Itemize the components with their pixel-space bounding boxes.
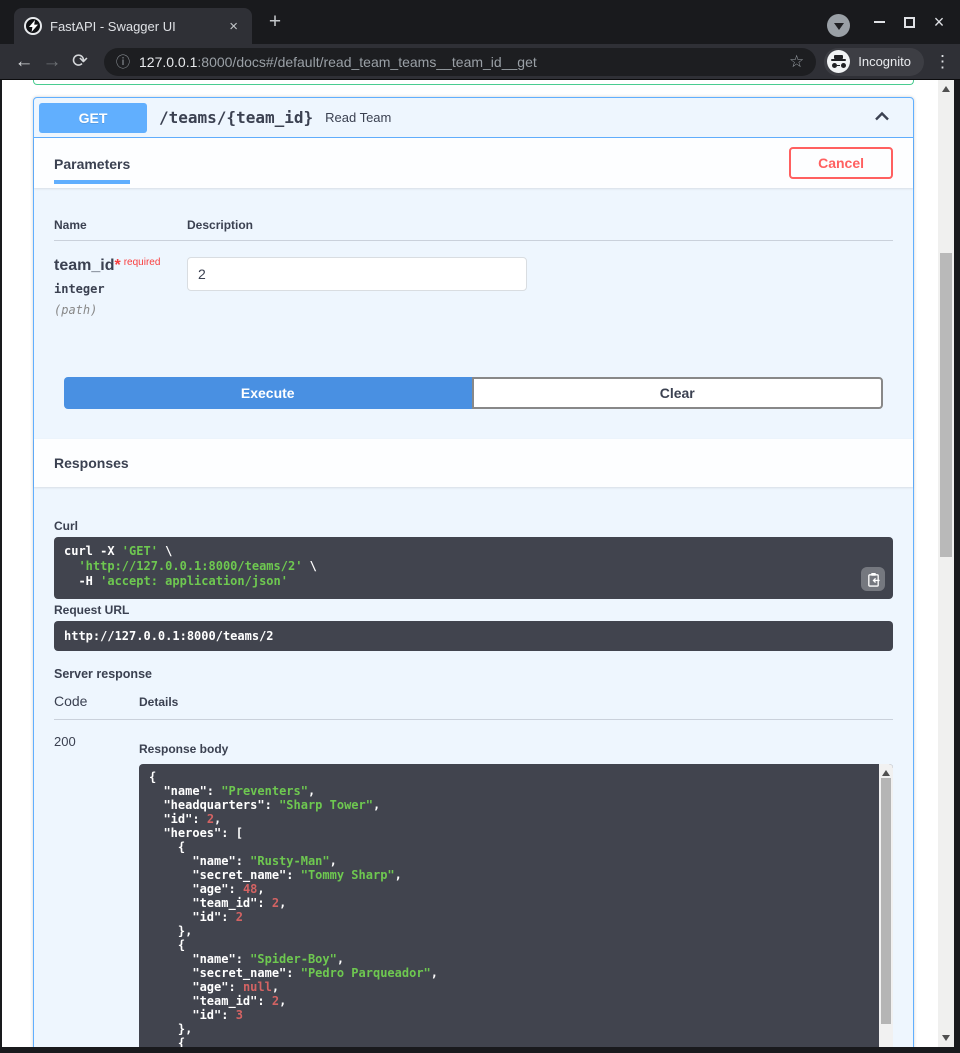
url-text: 127.0.0.1:8000/docs#/default/read_team_t… — [139, 54, 537, 70]
column-description: Description — [187, 218, 893, 232]
execute-button[interactable]: Execute — [64, 377, 472, 409]
parameters-table-header: Name Description — [54, 218, 893, 241]
endpoint-path: /teams/{team_id} — [159, 108, 313, 127]
response-body-block: { "name": "Preventers", "headquarters": … — [139, 764, 893, 1047]
incognito-badge: Incognito — [824, 48, 924, 76]
browser-tab[interactable]: FastAPI - Swagger UI × — [14, 8, 252, 44]
maximize-icon — [904, 17, 915, 28]
column-name: Name — [54, 218, 187, 232]
close-icon: × — [934, 12, 945, 33]
parameters-table: Name Description team_id*required intege… — [34, 188, 913, 337]
minimize-button[interactable] — [864, 7, 894, 37]
response-details-cell: Response body { "name": "Preventers", "h… — [139, 734, 893, 1047]
bookmark-star-icon[interactable]: ☆ — [789, 52, 804, 72]
response-body-scrollbar[interactable] — [879, 764, 893, 1047]
opblock-get-read-team: GET /teams/{team_id} Read Team Parameter… — [33, 97, 914, 1047]
opblock-summary[interactable]: GET /teams/{team_id} Read Team — [34, 98, 913, 138]
swagger-page: GET /teams/{team_id} Read Team Parameter… — [2, 80, 954, 1047]
clear-button[interactable]: Clear — [472, 377, 884, 409]
server-response-row: 200 Response body { "name": "Preventers"… — [54, 720, 893, 1047]
endpoint-summary: Read Team — [325, 110, 391, 125]
window-controls: × — [864, 0, 954, 44]
browser-toolbar: ← → ⟳ ⓘ 127.0.0.1:8000/docs#/default/rea… — [0, 44, 960, 80]
close-button[interactable]: × — [924, 7, 954, 37]
update-indicator-icon[interactable] — [827, 14, 850, 37]
incognito-icon — [827, 50, 850, 73]
status-code: 200 — [54, 734, 139, 1047]
parameter-row: team_id*required integer (path) — [54, 241, 893, 317]
server-response-table-header: Code Details — [54, 693, 893, 720]
parameter-name: team_id*required — [54, 257, 187, 275]
copy-to-clipboard-button[interactable] — [861, 567, 885, 591]
collapse-button[interactable] — [868, 102, 896, 133]
browser-menu-icon[interactable]: ⋮ — [934, 52, 950, 72]
incognito-label: Incognito — [858, 54, 911, 69]
new-tab-icon[interactable]: + — [262, 9, 288, 35]
parameter-meta: team_id*required integer (path) — [54, 257, 187, 317]
back-icon[interactable]: ← — [10, 51, 38, 73]
page-scroll-down-icon[interactable] — [938, 1031, 954, 1045]
page-scroll-up-icon[interactable] — [938, 82, 954, 96]
server-response-label: Server response — [54, 667, 893, 681]
request-url-block: http://127.0.0.1:8000/teams/2 — [54, 621, 893, 651]
required-star: * — [114, 257, 120, 274]
parameters-header: Parameters Cancel — [34, 138, 913, 188]
browser-titlebar: FastAPI - Swagger UI × + × — [0, 0, 960, 44]
required-label: required — [124, 257, 161, 268]
forward-icon[interactable]: → — [38, 51, 66, 73]
curl-command-block: curl -X 'GET' \ 'http://127.0.0.1:8000/t… — [54, 537, 893, 599]
execute-wrapper: Execute Clear — [34, 337, 913, 429]
responses-inner: Curl curl -X 'GET' \ 'http://127.0.0.1:8… — [34, 487, 913, 1047]
parameter-value-cell — [187, 257, 893, 317]
copy-icon — [866, 572, 881, 587]
responses-title: Responses — [54, 455, 129, 471]
minimize-icon — [874, 21, 885, 23]
page-scrollbar[interactable] — [938, 80, 954, 1047]
maximize-button[interactable] — [894, 7, 924, 37]
url-path: :8000/docs#/default/read_team_teams__tea… — [197, 54, 536, 70]
site-info-icon[interactable]: ⓘ — [116, 52, 130, 72]
responses-header: Responses — [34, 439, 913, 487]
team-id-input[interactable] — [187, 257, 527, 291]
parameter-location: (path) — [54, 303, 187, 317]
curl-label: Curl — [54, 519, 893, 533]
column-code: Code — [54, 693, 139, 709]
chevron-up-icon — [872, 106, 892, 126]
previous-opblock-edge — [33, 80, 914, 85]
tab-close-icon[interactable]: × — [225, 18, 242, 35]
url-bar[interactable]: ⓘ 127.0.0.1:8000/docs#/default/read_team… — [104, 48, 816, 76]
column-details: Details — [139, 695, 893, 709]
reload-icon[interactable]: ⟳ — [66, 50, 94, 73]
http-method-badge: GET — [39, 103, 147, 133]
page-scrollbar-thumb[interactable] — [940, 253, 952, 557]
tab-title: FastAPI - Swagger UI — [50, 19, 225, 34]
cancel-button[interactable]: Cancel — [789, 147, 893, 179]
response-body-label: Response body — [139, 742, 893, 756]
url-host: 127.0.0.1 — [139, 54, 197, 70]
tab-parameters: Parameters — [54, 156, 130, 184]
parameter-type: integer — [54, 282, 187, 296]
request-url-label: Request URL — [54, 603, 893, 617]
response-scrollbar-thumb[interactable] — [881, 778, 891, 1024]
page-content: GET /teams/{team_id} Read Team Parameter… — [2, 80, 938, 1047]
fastapi-favicon-icon — [24, 17, 42, 35]
